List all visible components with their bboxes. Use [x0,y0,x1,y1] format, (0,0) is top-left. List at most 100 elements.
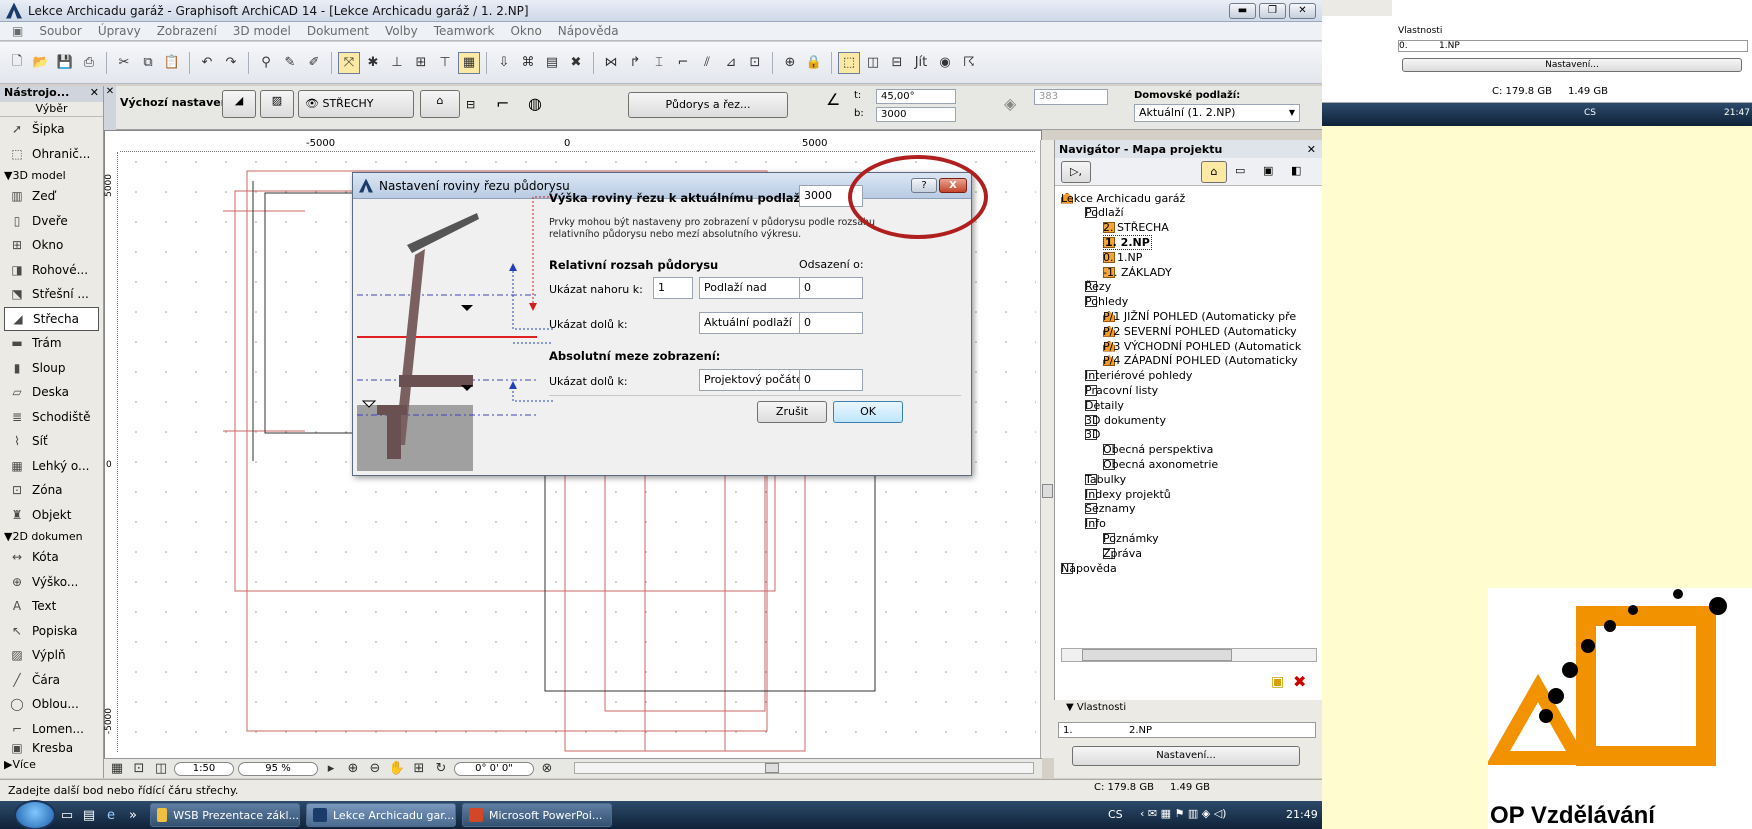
tree-node[interactable]: Pracovní listy [1085,382,1158,398]
tree-node[interactable]: -1. ZÁKLADY [1103,264,1172,280]
ie-icon[interactable]: e [100,804,122,826]
tool-drawing[interactable]: ▣ Kresba [0,741,103,755]
publisher-icon[interactable]: ◧ [1291,164,1301,177]
tree-node[interactable]: Řezy [1085,279,1111,295]
tool-corner-window[interactable]: ◨ Rohové... [0,258,103,283]
zoom-in-icon[interactable]: ⊕ [344,761,362,776]
more-tools[interactable]: ▶ Více [0,755,103,773]
tool-dimension[interactable]: ↔ Kóta [0,545,103,570]
props-fields[interactable]: 1. 2.NP [1058,722,1316,738]
tool-object[interactable]: ♜ Objekt [0,503,103,528]
new-view-icon[interactable]: ▣ [1271,674,1284,690]
group-3d-model[interactable]: ▼ 3D model [0,166,103,184]
menu-teamwork[interactable]: Teamwork [426,24,503,38]
tree-node[interactable]: Podlaží [1085,205,1124,221]
angle-field[interactable]: 0° 0' 0" [454,761,534,776]
view-settings-button[interactable]: Nastavení... [1072,746,1300,766]
tool-window[interactable]: ⊞ Okno [0,233,103,258]
hscroll-thumb[interactable] [765,763,779,773]
lang-indicator[interactable]: CS [1108,808,1123,821]
layer-icon[interactable]: ▦ [458,51,480,74]
cut-icon[interactable]: ✂ [113,52,135,74]
grid-snap-icon[interactable]: ⊞ [410,52,432,74]
adjust-icon[interactable]: ↱ [624,52,646,74]
vertical-scrollbar[interactable] [1040,140,1054,758]
clock[interactable]: 21:49 [1286,808,1318,821]
fill-settings-button[interactable]: ▨ [260,90,294,118]
3d-window-icon[interactable]: ◫ [862,52,884,74]
menu-icon[interactable]: ▣ [4,24,31,38]
tree-node[interactable]: 1. 2.NP [1103,234,1152,250]
tree-hscrollbar[interactable] [1061,648,1317,662]
rp-settings-button[interactable]: Nastavení... [1402,58,1742,72]
tool-line[interactable]: ╱ Čára [0,668,103,693]
floor-plan-view-icon[interactable]: ⬚ [838,51,860,74]
navigator-close-icon[interactable]: ✕ [1307,143,1316,156]
horizontal-scrollbar[interactable] [574,762,1034,774]
tree-node[interactable]: Lekce Archicadu garáž [1061,190,1185,206]
menu-okno[interactable]: Okno [502,24,549,38]
tool-wall[interactable]: ▥ Zeď [0,184,103,209]
tool-fill[interactable]: ▨ Výplň [0,643,103,668]
tool-mesh[interactable]: ⌇ Síť [0,429,103,454]
tool-beam[interactable]: ▬ Trám [0,331,103,356]
zoom-out-icon[interactable]: ⊖ [366,761,384,776]
layer-selector[interactable]: 👁 STŘECHY [298,90,414,118]
split-icon[interactable]: ⋈ [600,52,622,74]
save-icon[interactable]: 💾 [54,52,76,74]
table-icon[interactable]: ▤ [541,52,563,74]
view-map-icon[interactable]: ▭ [1235,164,1245,177]
zoom-field[interactable]: 95 % [238,761,318,776]
tool-skylight[interactable]: ⬔ Střešní ... [0,282,103,307]
globe-icon[interactable]: ◍ [528,94,542,113]
suspend-groups-icon[interactable]: ⤧ [338,51,360,74]
zoom-fit-icon[interactable]: ⊡ [130,761,148,776]
tree-node[interactable]: P/3 VÝCHODNÍ POHLED (Automatick [1103,338,1301,354]
tool-arc[interactable]: ◯ Oblou... [0,692,103,717]
roof-tool-settings-button[interactable]: ◢ [222,90,256,118]
open-folder-icon[interactable]: 📂 [30,52,52,74]
offset-icon[interactable]: ⫽ [696,52,718,74]
tree-node[interactable]: Zpráva [1103,545,1142,561]
plane-icon[interactable]: ⊟ [466,98,475,111]
tree-node[interactable]: Pohledy [1085,294,1128,310]
tool-curtain-wall[interactable]: ▦ Lehký o... [0,454,103,479]
section-icon[interactable]: ⊟ [886,52,908,74]
eyedropper-icon[interactable]: ✎ [279,52,301,74]
ok-button[interactable]: OK [833,401,903,423]
go-to-icon[interactable]: Jít [910,52,932,74]
abs-show-down-offset[interactable]: 0 [799,369,863,391]
vscroll-thumb[interactable] [1042,484,1053,498]
show-desktop-icon[interactable]: ▭ [56,804,78,826]
tree-node[interactable]: 3D dokumenty [1085,412,1166,428]
gravity-icon[interactable]: ⊥ [386,52,408,74]
tree-node[interactable]: Detaily [1085,397,1124,413]
info-box-close-icon[interactable]: ✕ [104,86,116,130]
delete-view-icon[interactable]: ✖ [1293,672,1306,691]
rotate-view-icon[interactable]: ↻ [432,761,450,776]
tree-node[interactable]: Interiérové pohledy [1085,368,1192,384]
tool-door[interactable]: ▯ Dveře [0,209,103,234]
undo-icon[interactable]: ↶ [196,52,218,74]
prev-zoom-icon[interactable]: ⊗ [538,761,556,776]
tool-slab[interactable]: ▱ Deska [0,380,103,405]
nav-icon[interactable]: ◫ [152,761,170,776]
tool-zone[interactable]: ⊡ Zóna [0,478,103,503]
tree-node[interactable]: Info [1085,516,1106,532]
show-up-offset[interactable]: 0 [799,277,863,299]
layout-icon[interactable]: ▦ [108,761,126,776]
project-map-icon[interactable]: ⌂ [1201,161,1227,183]
syringe-icon[interactable]: ✐ [303,52,325,74]
cancel-button[interactable]: Zrušit [757,401,827,423]
maximize-button[interactable]: ❐ [1259,3,1286,19]
elevation-icon[interactable]: ⇩ [493,52,515,74]
zoom-arrow-icon[interactable]: ▸ [322,761,340,776]
b-input[interactable]: 3000 [876,107,956,122]
tree-node[interactable]: Obecná axonometrie [1103,456,1218,472]
geometry-method-button[interactable]: ⌂ [420,90,460,118]
fit-window-icon[interactable]: ⊞ [410,761,428,776]
group-2d-documentation[interactable]: ▼ 2D dokumen [0,527,103,545]
navigator-menu-button[interactable]: ▷, [1061,161,1091,183]
tree-node[interactable]: Poznámky [1103,530,1159,546]
floor-plan-section-button[interactable]: Půdorys a řez... [628,92,788,118]
